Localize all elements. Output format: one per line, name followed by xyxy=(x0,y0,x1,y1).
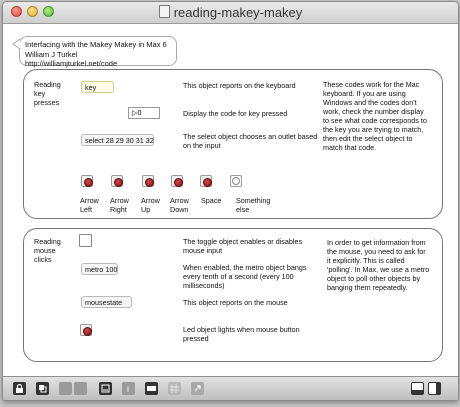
mousestate-object-text: mousestate xyxy=(85,298,123,307)
patcher-window: reading-makey-makey Interfacing with the… xyxy=(2,1,459,401)
header-comment[interactable]: Interfacing with the Makey Makey in Max … xyxy=(19,36,177,68)
key-object-text: key xyxy=(85,83,97,92)
select-description: The select object chooses an outlet base… xyxy=(183,132,318,150)
key-object[interactable]: key xyxy=(81,81,114,93)
inspector-icon[interactable] xyxy=(99,382,112,395)
number-box[interactable]: ▷0 xyxy=(128,107,160,119)
led-arrow-left[interactable] xyxy=(81,175,93,187)
led-description: Led object lights when mouse button pres… xyxy=(183,325,300,343)
patcher-toolbar: i xyxy=(3,376,458,400)
split-left-icon[interactable] xyxy=(411,382,424,395)
key-side-note: These codes work for the Mac keyboard. I… xyxy=(323,80,427,152)
document-icon xyxy=(158,5,170,18)
mouse-section-label: Reading mouse clicks xyxy=(34,237,61,264)
metro-description: When enabled, the metro object bangs eve… xyxy=(183,263,307,290)
comment-bubble-tail xyxy=(12,38,21,50)
led-space[interactable] xyxy=(200,175,212,187)
mousestate-description: This object reports on the mouse xyxy=(183,298,288,307)
key-section-label: Reading key presses xyxy=(34,80,61,107)
presentation-icon[interactable] xyxy=(59,382,72,395)
header-author: William J Turkel xyxy=(25,49,78,59)
bang-something-else[interactable] xyxy=(230,175,242,187)
output-label-right: Arrow Right xyxy=(110,196,129,214)
led-arrow-up[interactable] xyxy=(142,175,154,187)
output-label-else: Something else xyxy=(236,196,271,214)
output-label-up: Arrow Up xyxy=(141,196,160,214)
key-description: This object reports on the keyboard xyxy=(183,81,296,90)
grid-icon[interactable] xyxy=(74,382,87,395)
metro-object[interactable]: metro 100 xyxy=(81,263,118,275)
info-icon[interactable]: i xyxy=(122,382,135,395)
number-box-value: 0 xyxy=(137,108,142,117)
title-bar: reading-makey-makey xyxy=(3,2,458,24)
copy-icon[interactable] xyxy=(36,382,49,395)
svg-text:i: i xyxy=(127,384,129,394)
led-mouse-button[interactable] xyxy=(80,324,92,336)
window-title: reading-makey-makey xyxy=(3,5,458,20)
output-label-left: Arrow Left xyxy=(80,196,99,214)
mouse-toggle[interactable] xyxy=(79,234,92,247)
mousestate-object[interactable]: mousestate xyxy=(81,296,132,308)
led-arrow-down[interactable] xyxy=(171,175,183,187)
toggle-description: The toggle object enables or disables mo… xyxy=(183,237,303,255)
header-url: http://williamjturkel.net/code xyxy=(25,59,118,68)
lock-icon[interactable] xyxy=(13,382,26,395)
select-object[interactable]: select 28 29 30 31 32 xyxy=(81,134,154,146)
led-arrow-right[interactable] xyxy=(111,175,123,187)
header-title: Interfacing with the Makey Makey in Max … xyxy=(25,40,167,49)
metro-object-text: metro 100 xyxy=(85,265,118,274)
patch-cords-icon[interactable] xyxy=(145,382,158,395)
mouse-side-note: In order to get information from the mou… xyxy=(327,238,430,292)
output-label-down: Arrow Down xyxy=(170,196,189,214)
number-description: Display the code for key pressed xyxy=(183,109,288,118)
select-object-text: select 28 29 30 31 32 xyxy=(85,136,154,145)
zoom-icon[interactable] xyxy=(191,382,204,395)
grid-snap-icon[interactable] xyxy=(168,382,181,395)
window-title-text: reading-makey-makey xyxy=(173,5,303,20)
output-label-space: Space xyxy=(201,196,222,205)
patcher-canvas[interactable]: Interfacing with the Makey Makey in Max … xyxy=(3,24,458,376)
split-right-icon[interactable] xyxy=(428,382,441,395)
